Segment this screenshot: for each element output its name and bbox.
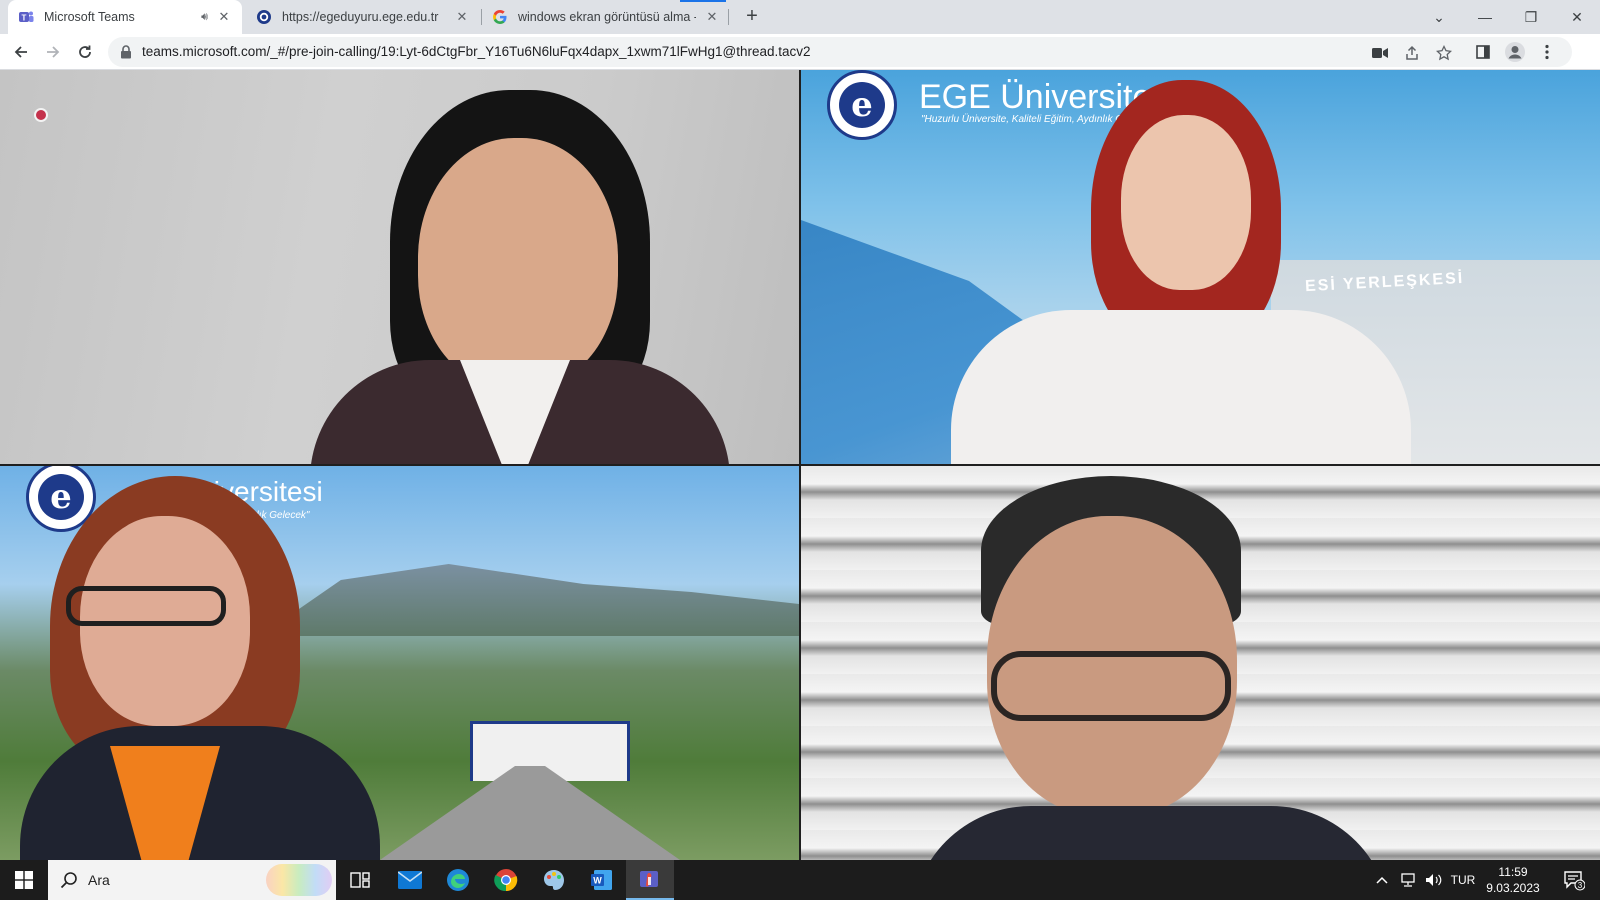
restore-button[interactable]: ❐ (1508, 0, 1554, 34)
close-window-button[interactable]: ✕ (1554, 0, 1600, 34)
teams-app-icon[interactable] (626, 860, 674, 900)
tab-title: https://egeduyuru.ege.edu.tr (282, 10, 439, 24)
input-language-indicator[interactable]: TUR (1448, 860, 1478, 900)
recording-indicator-icon (34, 108, 48, 122)
chrome-icon[interactable] (482, 860, 530, 900)
volume-icon[interactable] (1422, 860, 1446, 900)
windows-start-icon[interactable] (0, 860, 48, 900)
tab-separator (728, 9, 729, 25)
url-text: teams.microsoft.com/_#/pre-join-calling/… (142, 44, 811, 59)
show-hidden-icons-chevron-icon[interactable] (1370, 860, 1394, 900)
glasses (991, 651, 1231, 721)
video-tile-participant-3[interactable]: e Üniversitesi Eğitim, Aydınlık Gelecek" (0, 466, 799, 860)
clock-date: 9.03.2023 (1486, 881, 1540, 895)
browser-toolbar: teams.microsoft.com/_#/pre-join-calling/… (0, 34, 1600, 70)
google-icon (492, 9, 508, 25)
teams-icon: T (18, 9, 34, 25)
browser-menu-icon[interactable] (1534, 39, 1560, 65)
participant-video (290, 90, 770, 464)
task-view-icon[interactable] (336, 860, 384, 900)
close-tab-icon[interactable]: ✕ (454, 9, 470, 25)
search-highlight-image[interactable] (266, 864, 332, 896)
participant-video (911, 476, 1391, 860)
new-tab-button[interactable]: + (740, 5, 764, 29)
notification-count: 3 (1578, 881, 1583, 890)
edge-icon[interactable] (434, 860, 482, 900)
participant-video (951, 80, 1411, 464)
tab-search-chevron-icon[interactable]: ⌄ (1416, 0, 1462, 34)
search-placeholder: Ara (88, 872, 110, 888)
participant-video (0, 476, 400, 860)
audio-playing-icon[interactable]: 🔊︎ (201, 11, 208, 24)
side-panel-icon[interactable] (1470, 39, 1496, 65)
bookmark-star-icon[interactable] (1434, 43, 1454, 63)
tab-microsoft-teams[interactable]: T Microsoft Teams 🔊︎ ✕ (8, 0, 242, 34)
tab-title: Microsoft Teams (44, 10, 135, 24)
camera-in-use-icon[interactable] (1370, 43, 1390, 63)
video-tile-participant-2[interactable]: e EGE Üniversitesi "Huzurlu Üniversite, … (801, 70, 1600, 464)
back-icon[interactable] (8, 39, 34, 65)
lock-icon[interactable] (120, 45, 132, 64)
clock-time: 11:59 (1498, 865, 1528, 879)
ege-university-logo: e (827, 70, 897, 140)
search-icon (60, 871, 78, 894)
share-icon[interactable] (1402, 43, 1422, 63)
tab-egeduyuru[interactable]: https://egeduyuru.ege.edu.tr ✕ (246, 0, 480, 34)
forward-icon[interactable] (40, 39, 66, 65)
video-tile-participant-1[interactable] (0, 70, 799, 464)
profile-avatar-icon[interactable] (1502, 39, 1528, 65)
address-bar[interactable]: teams.microsoft.com/_#/pre-join-calling/… (108, 37, 1572, 67)
tab-title: windows ekran görüntüsü alma - (518, 10, 696, 24)
notification-center-icon[interactable]: 3 (1554, 860, 1594, 900)
video-tile-participant-4[interactable] (801, 466, 1600, 860)
close-tab-icon[interactable]: ✕ (704, 9, 720, 25)
tab-google-search[interactable]: windows ekran görüntüsü alma - ✕ (482, 0, 730, 34)
paint-icon[interactable] (530, 860, 578, 900)
taskbar-search-box[interactable]: Ara (48, 860, 336, 900)
svg-text:T: T (22, 14, 27, 23)
windows-taskbar: Ara W TUR 11:59 9.03.2023 3 (0, 860, 1600, 900)
glasses (66, 586, 226, 626)
taskbar-clock[interactable]: 11:59 9.03.2023 (1478, 864, 1548, 896)
browser-tab-strip: T Microsoft Teams 🔊︎ ✕ https://egeduyuru… (0, 0, 1600, 34)
mail-icon[interactable] (386, 860, 434, 900)
minimize-button[interactable]: ― (1462, 0, 1508, 34)
word-icon[interactable]: W (578, 860, 626, 900)
meeting-video-grid: e EGE Üniversitesi "Huzurlu Üniversite, … (0, 70, 1600, 900)
svg-text:W: W (593, 876, 602, 886)
close-tab-icon[interactable]: ✕ (216, 9, 232, 25)
ege-site-icon (256, 9, 272, 25)
campus-road (380, 766, 680, 860)
reload-icon[interactable] (72, 39, 98, 65)
network-icon[interactable] (1396, 860, 1420, 900)
